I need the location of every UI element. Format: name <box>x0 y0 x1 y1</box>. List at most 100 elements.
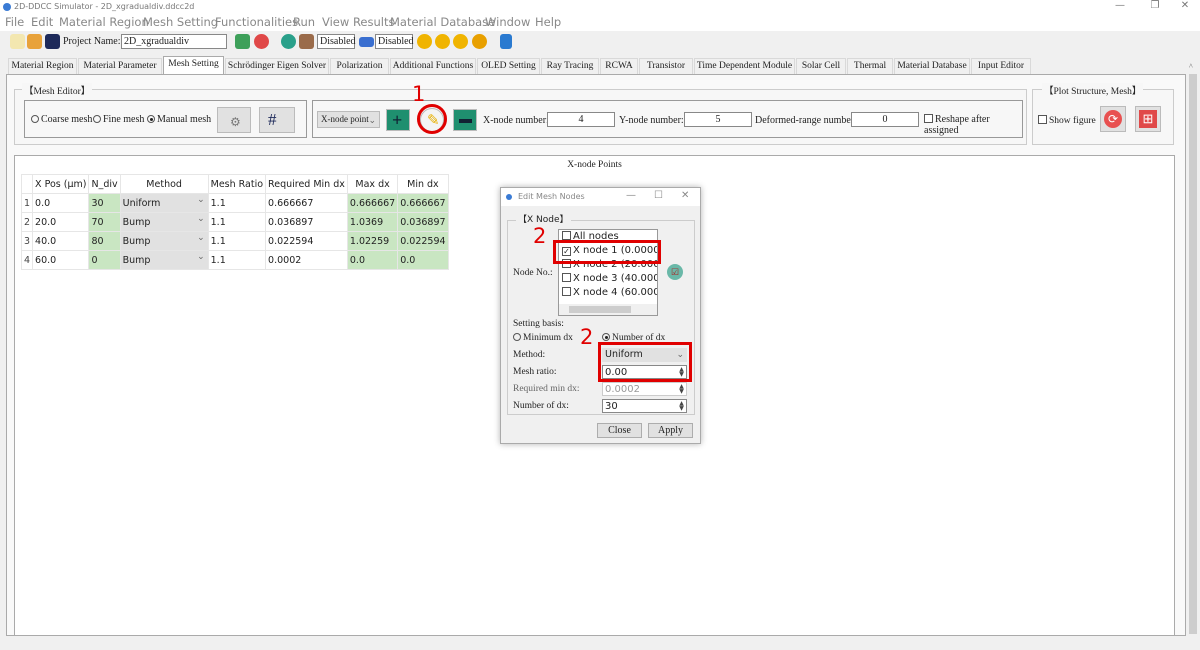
max-dx-cell[interactable]: 1.0369 <box>346 212 399 232</box>
min-dx-cell[interactable]: 0.036897 <box>397 212 449 232</box>
remove-node-button[interactable] <box>453 109 477 131</box>
menu-file[interactable]: File <box>5 15 24 29</box>
method-select[interactable]: Bump <box>119 231 209 251</box>
required-min-dx-cell[interactable]: 0.036897 <box>265 212 348 232</box>
spinner-icon[interactable]: ▲ ▼ <box>678 401 685 412</box>
required-min-dx-input[interactable]: 0.0002 ▲ ▼ <box>602 382 687 396</box>
node-list-item[interactable]: X node 3 (40.0000 <box>559 272 657 286</box>
new-file-icon[interactable] <box>10 34 25 49</box>
grid-mesh-button[interactable]: # <box>259 107 295 133</box>
required-min-dx-cell[interactable]: 0.022594 <box>265 231 348 251</box>
tab-ray-tracing[interactable]: Ray Tracing <box>541 58 599 74</box>
reshape-checkbox[interactable]: Reshape after assigned <box>924 114 1022 136</box>
tab-input-editor[interactable]: Input Editor <box>971 58 1031 74</box>
tab-mesh-setting[interactable]: Mesh Setting <box>163 56 224 74</box>
scrollbar-thumb[interactable] <box>1189 74 1197 634</box>
show-figure-checkbox[interactable]: Show figure <box>1038 115 1096 126</box>
mesh-ratio-cell[interactable]: 1.1 <box>207 212 267 232</box>
tab-material-database[interactable]: Material Database <box>894 58 970 74</box>
menu-functionalities[interactable]: Functionalities <box>215 15 298 29</box>
tab-rcwa[interactable]: RCWA <box>600 58 638 74</box>
max-dx-cell[interactable]: 1.02259 <box>346 231 399 251</box>
vertical-scrollbar[interactable]: ^ <box>1186 58 1200 636</box>
add-node-button[interactable]: + <box>386 109 410 131</box>
menu-help[interactable]: Help <box>535 15 561 29</box>
column-header[interactable]: Max dx <box>346 174 399 194</box>
dialog-minimize-button[interactable]: — <box>626 190 636 201</box>
max-dx-cell[interactable]: 0.666667 <box>346 193 399 213</box>
refresh-icon[interactable] <box>254 34 269 49</box>
tab-transistor[interactable]: Transistor <box>639 58 693 74</box>
method-select[interactable]: Uniform <box>119 193 209 213</box>
mesh-icon[interactable] <box>281 34 296 49</box>
fast-forward-icon[interactable] <box>435 34 450 49</box>
hscroll-thumb[interactable] <box>569 306 631 313</box>
open-folder-icon[interactable] <box>27 34 42 49</box>
fine-mesh-radio[interactable]: Fine mesh <box>93 114 144 125</box>
coarse-mesh-radio[interactable]: Coarse mesh <box>31 114 92 125</box>
menu-material-database[interactable]: Material Database <box>390 15 495 29</box>
column-header[interactable]: Min dx <box>397 174 449 194</box>
y-node-input[interactable]: 5 <box>684 112 752 127</box>
n-div-cell[interactable]: 30 <box>88 193 121 213</box>
min-dx-cell[interactable]: 0.022594 <box>397 231 449 251</box>
save-icon[interactable] <box>45 34 60 49</box>
required-min-dx-cell[interactable]: 0.666667 <box>265 193 348 213</box>
mesh-settings-gear-button[interactable]: ⚙ <box>217 107 251 133</box>
required-min-dx-cell[interactable]: 0.0002 <box>265 250 348 270</box>
chart-icon[interactable] <box>500 34 512 49</box>
mesh-ratio-cell[interactable]: 1.1 <box>207 231 267 251</box>
method-select[interactable]: Bump <box>119 250 209 270</box>
column-header[interactable]: Required Min dx <box>265 174 348 194</box>
structure-icon[interactable] <box>235 34 250 49</box>
tab-solar-cell[interactable]: Solar Cell <box>796 58 846 74</box>
column-header[interactable]: Method <box>119 174 209 194</box>
maximize-button[interactable]: ❐ <box>1140 0 1170 14</box>
x-pos-cell[interactable]: 40.0 <box>32 231 90 251</box>
minimum-dx-radio[interactable]: Minimum dx <box>513 333 573 343</box>
mesh-ratio-cell[interactable]: 1.1 <box>207 250 267 270</box>
pillar-icon[interactable] <box>299 34 314 49</box>
close-button[interactable]: ✕ <box>1170 0 1200 14</box>
menu-mesh-setting[interactable]: Mesh Setting <box>143 15 218 29</box>
deformed-range-input[interactable]: 0 <box>851 112 919 127</box>
column-header[interactable]: X Pos (µm) <box>32 174 90 194</box>
list-icon[interactable] <box>359 37 374 47</box>
node-type-select[interactable]: X-node point <box>317 111 380 128</box>
checkbox-icon[interactable] <box>562 273 571 282</box>
min-dx-cell[interactable]: 0.666667 <box>397 193 449 213</box>
select-check-button[interactable]: ☑ <box>667 264 683 280</box>
tab-thermal[interactable]: Thermal <box>847 58 893 74</box>
project-name-input[interactable]: 2D_xgradualdiv <box>121 34 227 49</box>
tab-polarization[interactable]: Polarization <box>330 58 389 74</box>
checkbox-icon[interactable] <box>562 287 571 296</box>
x-pos-cell[interactable]: 0.0 <box>32 193 90 213</box>
tab-material-region[interactable]: Material Region <box>8 58 77 74</box>
scroll-up-icon[interactable]: ^ <box>1189 62 1193 71</box>
column-header[interactable]: N_div <box>88 174 121 194</box>
menu-window[interactable]: Window <box>485 15 530 29</box>
number-of-dx-input[interactable]: 30 ▲ ▼ <box>602 399 687 413</box>
mesh-ratio-cell[interactable]: 1.1 <box>207 193 267 213</box>
x-pos-cell[interactable]: 20.0 <box>32 212 90 232</box>
manual-mesh-radio[interactable]: Manual mesh <box>147 114 211 125</box>
dialog-maximize-button[interactable]: ☐ <box>654 190 663 201</box>
menu-view-results[interactable]: View Results <box>322 15 394 29</box>
menu-edit[interactable]: Edit <box>31 15 53 29</box>
checkbox-icon[interactable] <box>562 231 571 240</box>
apply-button[interactable]: Apply <box>648 423 693 438</box>
tab-schrodinger[interactable]: Schrödinger Eigen Solver <box>225 58 329 74</box>
column-header[interactable]: Mesh Ratio <box>207 174 267 194</box>
method-select[interactable]: Bump <box>119 212 209 232</box>
plot-refresh-button[interactable]: ⟳ <box>1100 106 1126 132</box>
menu-material-region[interactable]: Material Region <box>59 15 149 29</box>
disabled-field-1[interactable]: Disabled <box>317 34 356 49</box>
node-list-item[interactable]: X node 4 (60.0000 <box>559 286 657 300</box>
tab-additional-functions[interactable]: Additional Functions <box>390 58 476 74</box>
dialog-close-x-button[interactable]: ✕ <box>681 190 689 201</box>
max-dx-cell[interactable]: 0.0 <box>346 250 399 270</box>
n-div-cell[interactable]: 80 <box>88 231 121 251</box>
node-list-hscrollbar[interactable] <box>559 304 657 315</box>
x-pos-cell[interactable]: 60.0 <box>32 250 90 270</box>
tab-time-dependent[interactable]: Time Dependent Module <box>694 58 795 74</box>
